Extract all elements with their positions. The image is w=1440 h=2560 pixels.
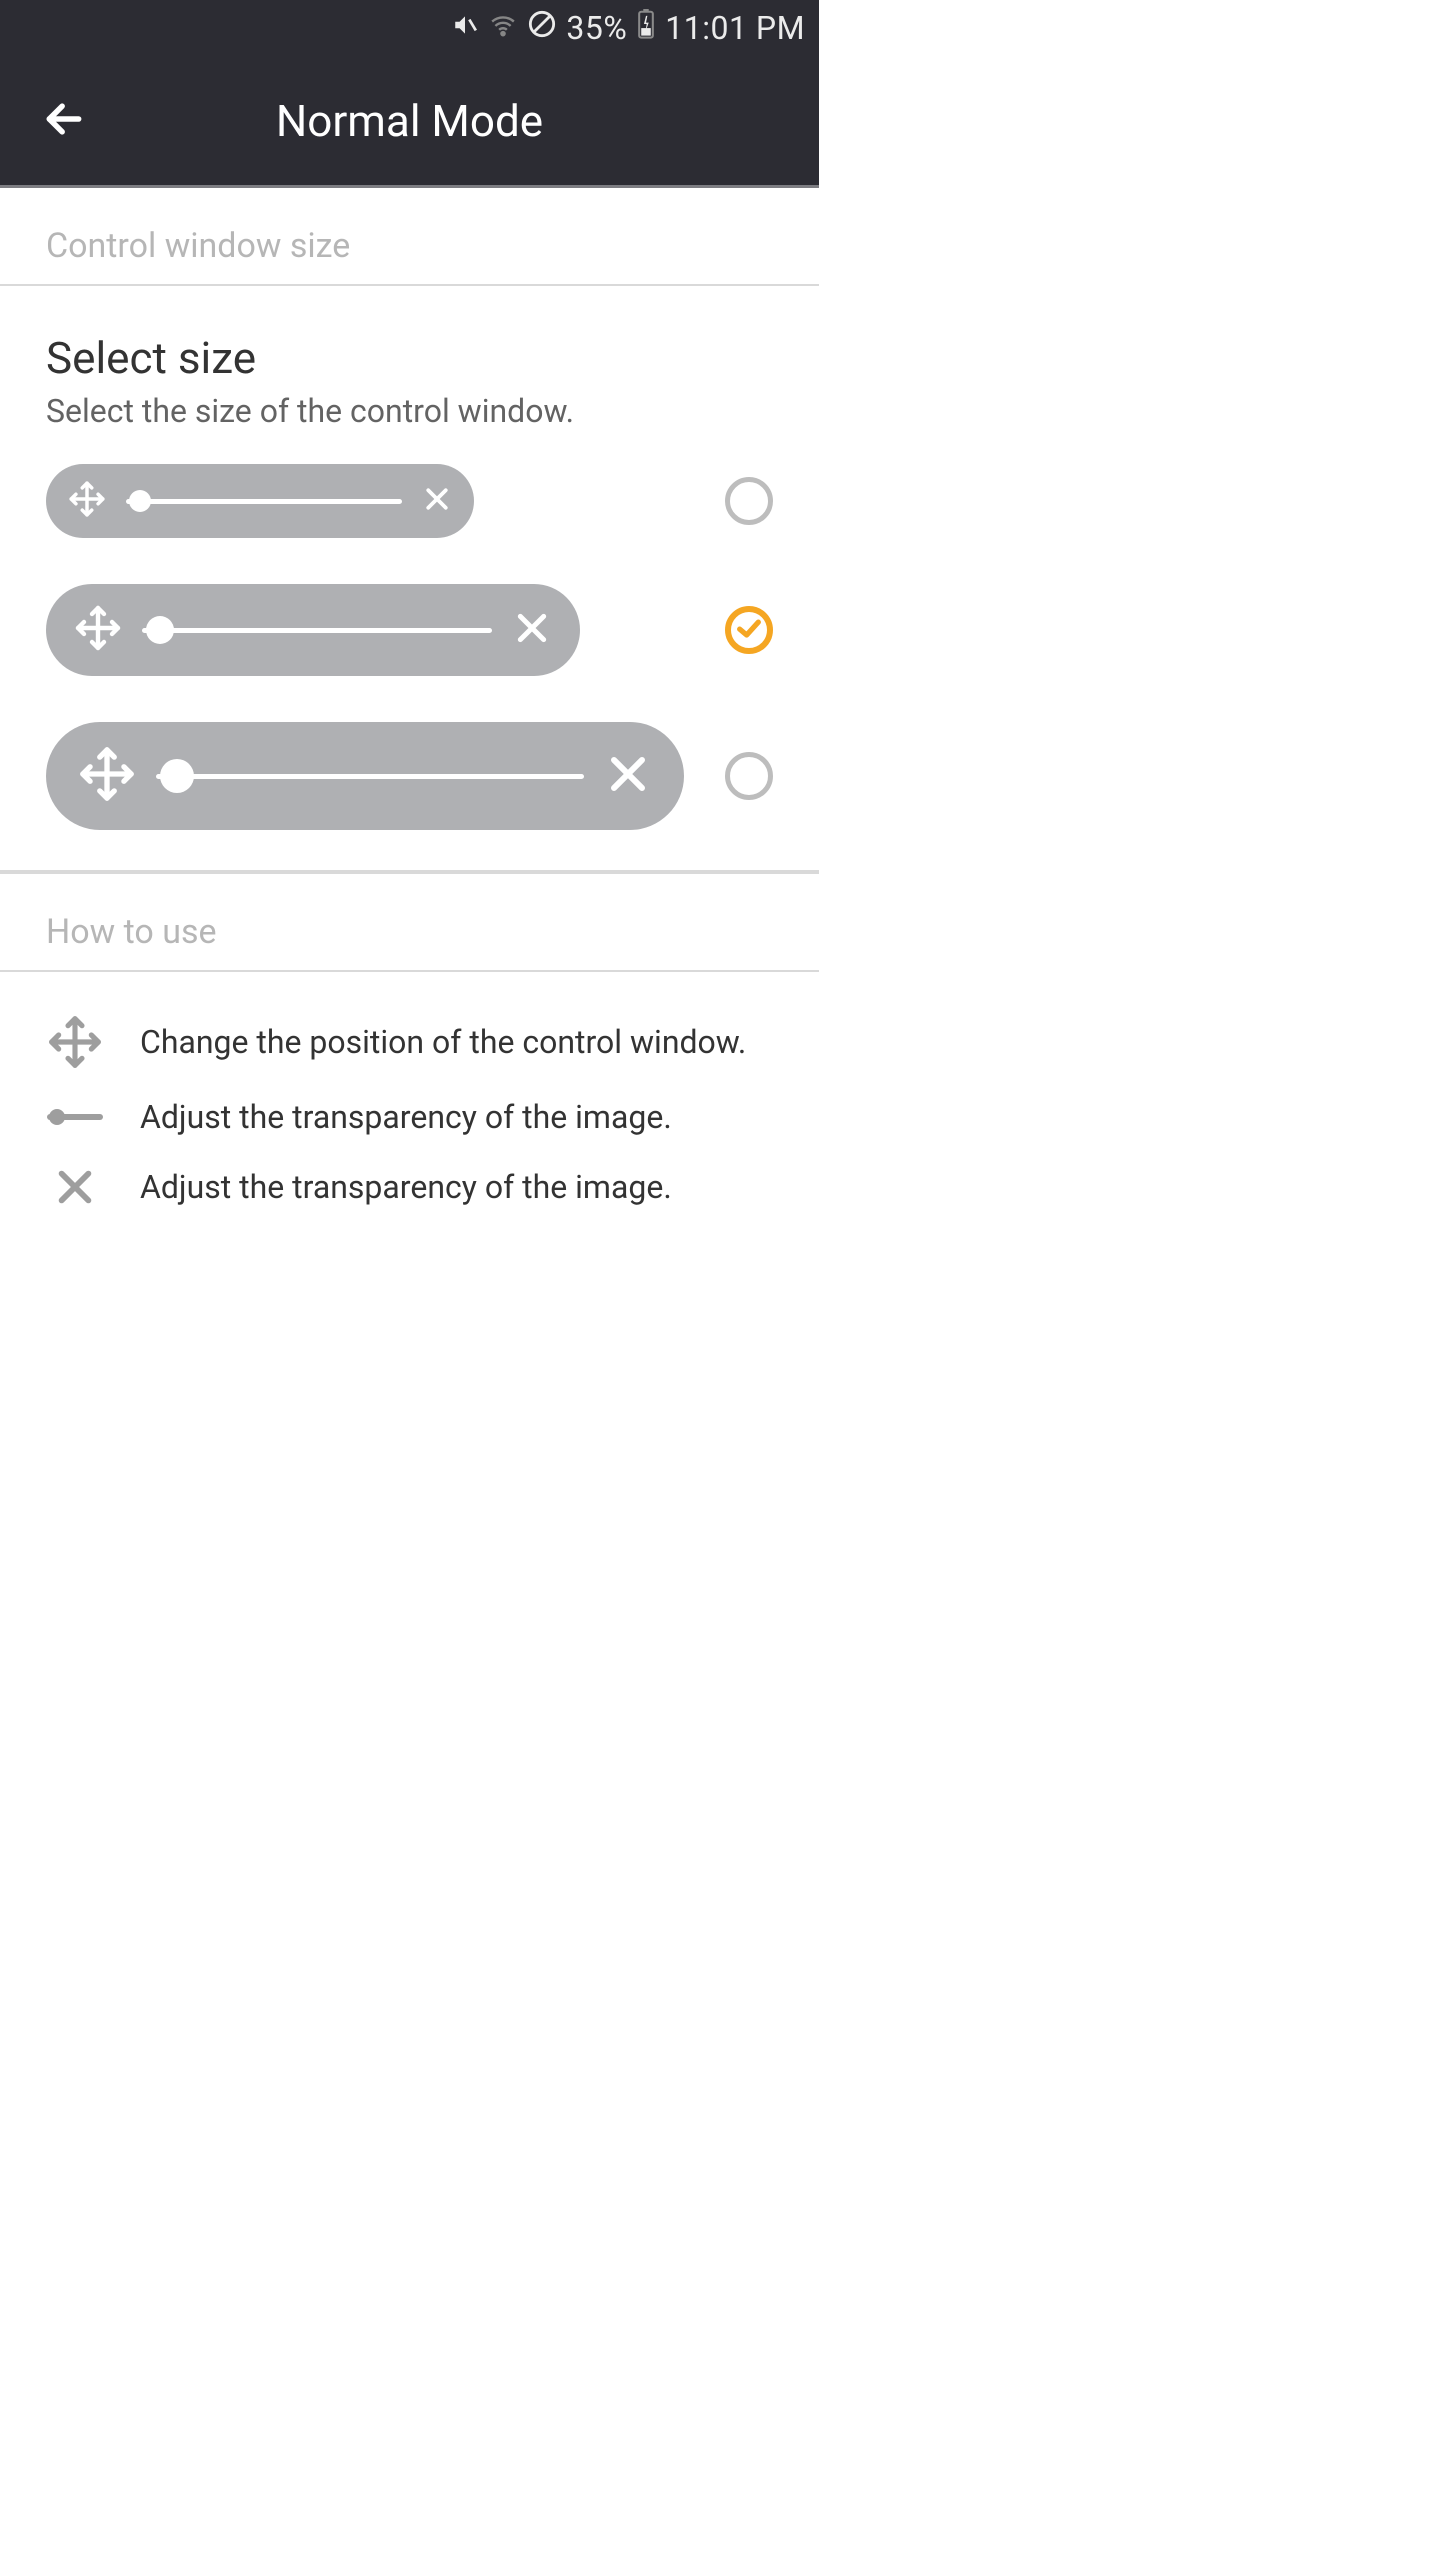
size-option-large[interactable] (46, 722, 773, 830)
section-heading-control-window: Control window size (0, 188, 819, 286)
close-icon (46, 1164, 104, 1210)
move-icon (68, 480, 106, 522)
mute-icon (452, 11, 478, 46)
select-size-title: Select size (46, 332, 773, 384)
move-icon (74, 604, 122, 656)
slider-knob (160, 759, 194, 793)
how-to-list: Change the position of the control windo… (0, 972, 819, 1252)
check-icon (735, 614, 763, 646)
wifi-icon (490, 11, 516, 46)
status-icons (452, 10, 556, 46)
move-icon (46, 1014, 104, 1070)
howto-item-slider: Adjust the transparency of the image. (46, 1098, 773, 1136)
battery-icon (637, 9, 655, 47)
control-pill-preview-medium (46, 584, 580, 676)
howto-text: Adjust the transparency of the image. (140, 1168, 672, 1206)
status-time: 11:01 PM (665, 9, 805, 47)
close-icon (512, 608, 552, 652)
radio-size-large[interactable] (725, 752, 773, 800)
control-pill-preview-small (46, 464, 474, 538)
slider-preview (142, 628, 492, 633)
slider-knob (129, 490, 151, 512)
howto-item-move: Change the position of the control windo… (46, 1014, 773, 1070)
howto-item-close: Adjust the transparency of the image. (46, 1164, 773, 1210)
radio-size-medium[interactable] (725, 606, 773, 654)
status-bar: 35% 11:01 PM (0, 0, 819, 56)
select-size-description: Select the size of the control window. (46, 392, 773, 430)
slider-preview (156, 774, 584, 779)
select-size-block: Select size Select the size of the contr… (0, 286, 819, 430)
radio-size-small[interactable] (725, 477, 773, 525)
slider-knob (146, 616, 174, 644)
howto-text: Adjust the transparency of the image. (140, 1098, 672, 1136)
section-heading-label: Control window size (46, 226, 350, 266)
section-heading-label: How to use (46, 912, 217, 952)
back-button[interactable] (42, 97, 86, 145)
section-heading-howto: How to use (0, 874, 819, 972)
close-icon (422, 484, 452, 518)
howto-text: Change the position of the control windo… (140, 1023, 746, 1061)
move-icon (78, 745, 136, 807)
size-option-medium[interactable] (46, 584, 773, 676)
control-pill-preview-large (46, 722, 684, 830)
slider-preview (126, 499, 402, 504)
battery-percentage: 35% (566, 9, 627, 47)
no-sim-icon (528, 10, 556, 46)
size-option-small[interactable] (46, 464, 773, 538)
page-title: Normal Mode (20, 95, 799, 147)
close-icon (604, 750, 652, 802)
slider-icon (46, 1114, 104, 1120)
size-options (0, 430, 819, 874)
app-bar: Normal Mode (0, 56, 819, 188)
